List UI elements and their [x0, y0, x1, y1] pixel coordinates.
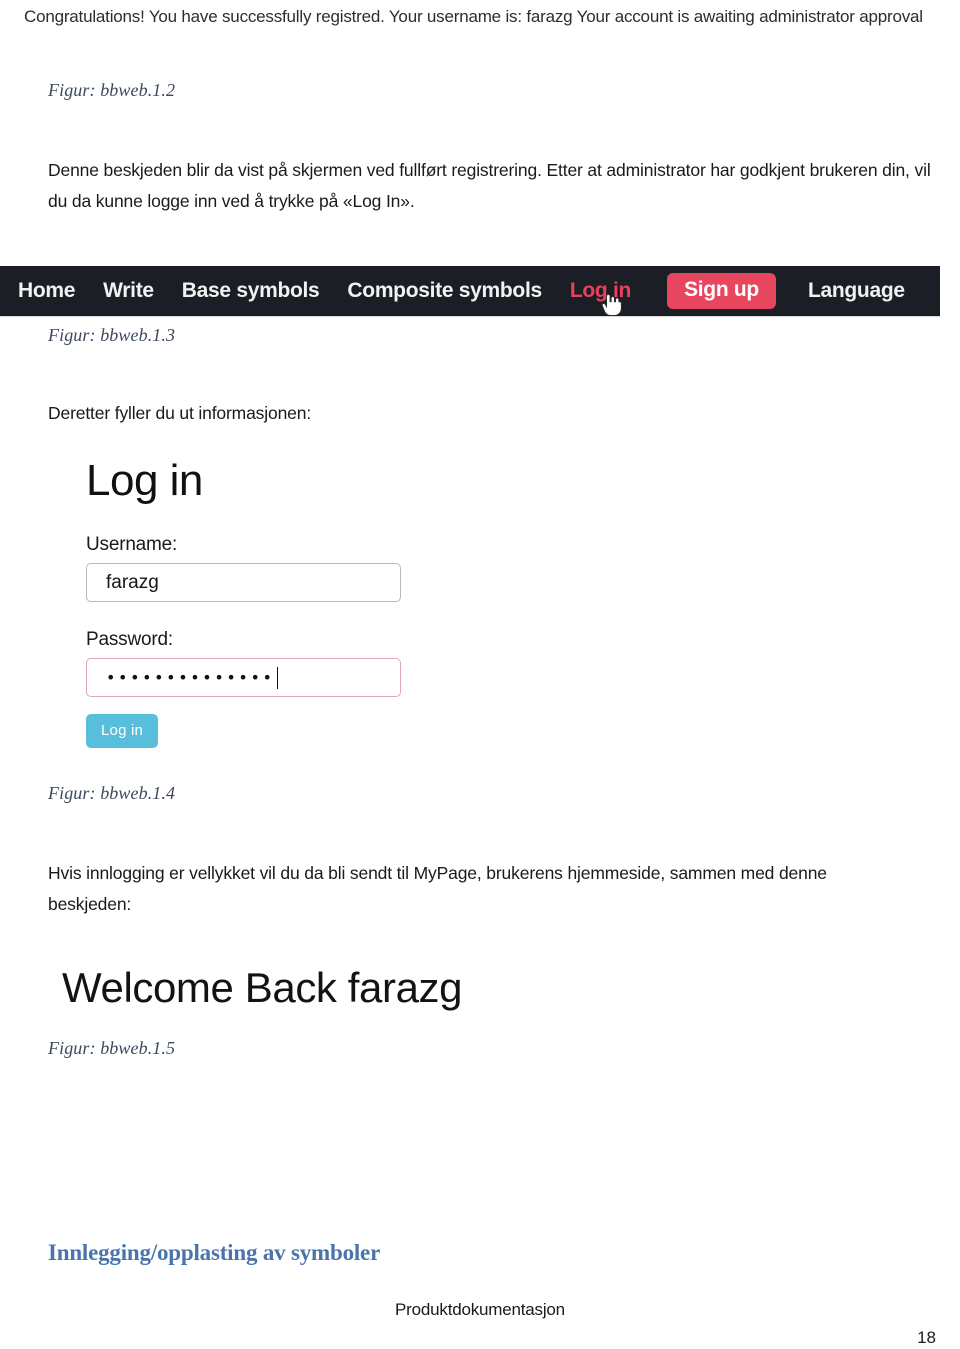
footer-page-number: 18: [917, 1328, 936, 1347]
figure-caption-bbweb-1-4: Figur: bbweb.1.4: [48, 783, 176, 803]
screenshot-login-form: Log in Username: farazg Password: ••••••…: [86, 455, 426, 748]
screenshot-site-navbar: Home Write Base symbols Composite symbol…: [0, 266, 940, 316]
password-input[interactable]: ••••••••••••••: [86, 658, 401, 697]
body-paragraph-2: Deretter fyller du ut informasjonen:: [48, 403, 312, 423]
screenshot-welcome-back: Welcome Back farazg: [62, 964, 463, 1011]
text-caret: [276, 666, 279, 689]
section-heading: Innlegging/opplasting av symboler: [48, 1240, 381, 1265]
nav-item-log-in[interactable]: Log in: [570, 279, 631, 303]
nav-item-home[interactable]: Home: [18, 279, 75, 303]
screenshot-registration-message: Congratulations! You have successfully r…: [24, 2, 944, 31]
password-label: Password:: [86, 629, 173, 650]
username-input-value: farazg: [106, 571, 159, 593]
figure-caption-bbweb-1-3: Figur: bbweb.1.3: [48, 325, 176, 345]
figure-caption-bbweb-1-2: Figur: bbweb.1.2: [48, 80, 176, 100]
nav-item-language[interactable]: Language: [808, 279, 905, 303]
login-submit-button[interactable]: Log in: [86, 714, 159, 748]
nav-item-write[interactable]: Write: [103, 279, 154, 303]
login-form-title: Log in: [86, 456, 203, 505]
figure-caption-bbweb-1-5: Figur: bbweb.1.5: [48, 1038, 176, 1058]
username-input[interactable]: farazg: [86, 563, 401, 602]
username-label: Username:: [86, 534, 178, 555]
body-paragraph-3: Hvis innlogging er vellykket vil du da b…: [48, 863, 827, 914]
footer-document-title: Produktdokumentasjon: [395, 1300, 565, 1319]
password-input-value: ••••••••••••••: [106, 667, 275, 687]
nav-item-composite-symbols[interactable]: Composite symbols: [347, 279, 542, 303]
registration-success-message: Congratulations! You have successfully r…: [24, 7, 923, 26]
nav-signup-button[interactable]: Sign up: [667, 273, 776, 309]
body-paragraph-1: Denne beskjeden blir da vist på skjermen…: [48, 160, 931, 211]
nav-item-base-symbols[interactable]: Base symbols: [182, 279, 320, 303]
